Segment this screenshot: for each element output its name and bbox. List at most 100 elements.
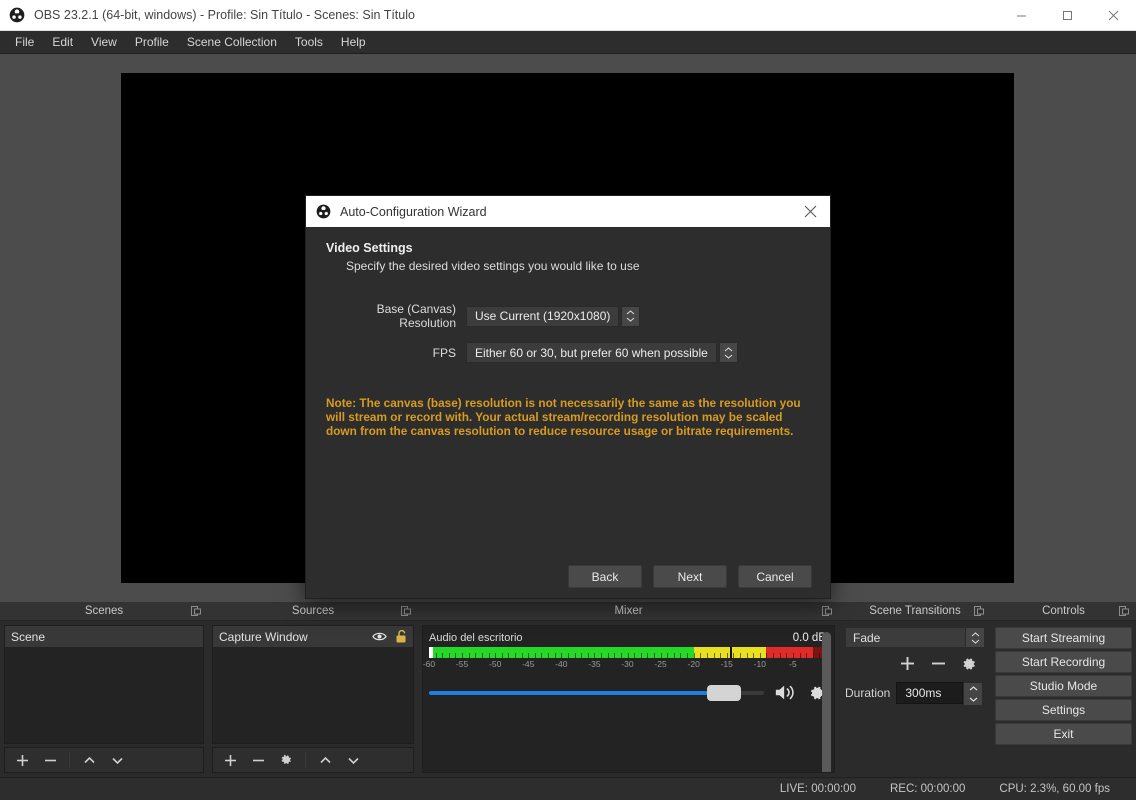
float-dock-icon[interactable]	[191, 606, 201, 617]
transition-select-spinner[interactable]	[965, 628, 984, 647]
chevron-up-icon[interactable]	[76, 749, 102, 771]
audio-meter-scale: -60-55-50-45-40-35-30-25-20-15-10-50	[429, 659, 826, 671]
scale-tick-label: -5	[789, 659, 797, 669]
scale-tick-label: -35	[588, 659, 600, 669]
fps-spinner[interactable]	[719, 342, 738, 363]
plus-icon[interactable]	[9, 749, 35, 771]
duration-step-up[interactable]	[964, 683, 982, 694]
window-title: OBS 23.2.1 (64-bit, windows) - Profile: …	[34, 8, 415, 22]
mixer-scrollbar-thumb[interactable]	[822, 632, 831, 773]
meter-cursor	[429, 647, 433, 658]
mixer-dock-title: Mixer	[418, 602, 839, 621]
duration-step-down[interactable]	[964, 694, 982, 705]
mixer-title-label: Mixer	[614, 605, 642, 617]
plus-icon[interactable]	[899, 655, 916, 675]
transition-actions	[845, 655, 985, 675]
float-dock-icon[interactable]	[1119, 606, 1129, 617]
meter-peak-marker	[730, 647, 732, 658]
sources-list[interactable]: Capture Window	[212, 625, 414, 744]
maximize-icon[interactable]	[1044, 0, 1090, 31]
window-titlebar: OBS 23.2.1 (64-bit, windows) - Profile: …	[0, 0, 1136, 31]
volume-slider-handle[interactable]	[707, 685, 741, 701]
transition-duration-row: Duration 300ms	[845, 682, 985, 704]
scale-tick-label: -25	[654, 659, 666, 669]
dock-sources: Sources Capture Window	[208, 602, 418, 777]
duration-value: 300ms	[905, 686, 941, 700]
controls-title-label: Controls	[1042, 605, 1085, 617]
chevron-down-icon[interactable]	[104, 749, 130, 771]
obs-logo-icon	[9, 7, 25, 23]
source-row-icons	[372, 630, 407, 643]
dock-row: Scenes Scene	[0, 602, 1136, 777]
auto-configuration-wizard-dialog: Auto-Configuration Wizard Video Settings…	[305, 195, 831, 599]
menu-tools[interactable]: Tools	[286, 32, 332, 52]
minus-icon[interactable]	[930, 655, 947, 675]
mixer-channel: Audio del escritorio 0.0 dB -60-55-50-45…	[423, 626, 834, 702]
list-item[interactable]: Capture Window	[213, 626, 413, 647]
start-recording-button[interactable]: Start Recording	[995, 651, 1132, 673]
transition-select[interactable]: Fade	[845, 627, 985, 648]
plus-icon[interactable]	[217, 749, 243, 771]
speaker-on-icon[interactable]	[774, 683, 798, 702]
float-dock-icon[interactable]	[401, 606, 411, 617]
dialog-buttons: Back Next Cancel	[568, 565, 812, 588]
menu-edit[interactable]: Edit	[43, 32, 82, 52]
menu-profile[interactable]: Profile	[126, 32, 178, 52]
dialog-subheading: Specify the desired video settings you w…	[346, 259, 810, 273]
volume-slider[interactable]	[429, 691, 764, 695]
volume-slider-fill	[429, 691, 717, 695]
close-icon[interactable]	[790, 196, 830, 227]
audio-level-meter	[429, 647, 826, 658]
back-button[interactable]: Back	[568, 565, 642, 588]
unlock-icon[interactable]	[395, 630, 407, 643]
studio-mode-button[interactable]: Studio Mode	[995, 675, 1132, 697]
dock-controls: Controls Start Streaming Start Recording…	[991, 602, 1136, 777]
sources-dock-title: Sources	[208, 602, 418, 621]
next-button[interactable]: Next	[653, 565, 727, 588]
meter-ticks	[429, 647, 826, 658]
gear-icon[interactable]	[961, 656, 977, 675]
eye-icon[interactable]	[372, 631, 387, 642]
start-streaming-button[interactable]: Start Streaming	[995, 627, 1132, 649]
base-resolution-label: Base (Canvas) Resolution	[326, 302, 466, 330]
duration-stepper[interactable]	[963, 682, 983, 706]
menubar: File Edit View Profile Scene Collection …	[0, 31, 1136, 54]
gear-icon[interactable]	[273, 749, 299, 771]
duration-input[interactable]: 300ms	[896, 682, 963, 704]
mixer-scrollbar[interactable]	[822, 632, 831, 773]
list-item[interactable]: Scene	[5, 626, 203, 647]
scenes-list[interactable]: Scene	[4, 625, 204, 744]
chevron-down-icon[interactable]	[340, 749, 366, 771]
menu-file[interactable]: File	[6, 32, 43, 52]
cancel-button[interactable]: Cancel	[738, 565, 812, 588]
scale-tick-label: -10	[754, 659, 766, 669]
dialog-titlebar: Auto-Configuration Wizard	[306, 196, 830, 227]
menu-view[interactable]: View	[82, 32, 126, 52]
float-dock-icon[interactable]	[974, 606, 984, 617]
source-name: Capture Window	[219, 630, 308, 644]
minimize-icon[interactable]	[998, 0, 1044, 31]
controls-body: Start Streaming Start Recording Studio M…	[991, 621, 1136, 747]
close-icon[interactable]	[1090, 0, 1136, 31]
chevron-up-icon[interactable]	[312, 749, 338, 771]
scenes-title-label: Scenes	[85, 605, 123, 617]
exit-button[interactable]: Exit	[995, 723, 1132, 745]
base-resolution-select[interactable]: Use Current (1920x1080)	[466, 306, 619, 327]
fps-select[interactable]: Either 60 or 30, but prefer 60 when poss…	[466, 342, 717, 363]
scenes-dock-title: Scenes	[0, 602, 208, 621]
dialog-body: Video Settings Specify the desired video…	[306, 227, 830, 600]
canvas-resolution-note: Note: The canvas (base) resolution is no…	[326, 396, 808, 438]
minus-icon[interactable]	[37, 749, 63, 771]
duration-label: Duration	[845, 686, 890, 700]
settings-button[interactable]: Settings	[995, 699, 1132, 721]
toolbar-divider	[69, 752, 70, 768]
scenes-toolbar	[4, 747, 204, 773]
dock-scenes: Scenes Scene	[0, 602, 208, 777]
float-dock-icon[interactable]	[822, 606, 832, 617]
menu-help[interactable]: Help	[332, 32, 375, 52]
mixer-list[interactable]: Audio del escritorio 0.0 dB -60-55-50-45…	[422, 625, 835, 773]
menu-scene-collection[interactable]: Scene Collection	[178, 32, 286, 52]
base-resolution-spinner[interactable]	[621, 306, 640, 327]
toolbar-divider	[305, 752, 306, 768]
minus-icon[interactable]	[245, 749, 271, 771]
